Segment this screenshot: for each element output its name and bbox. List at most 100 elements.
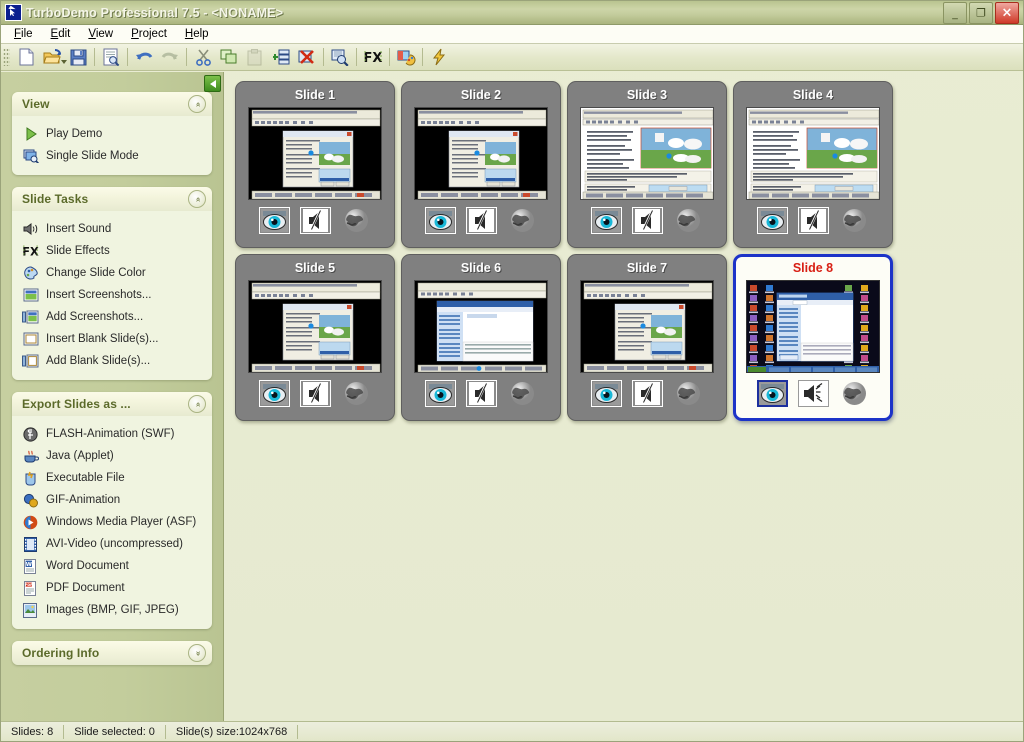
sidebar-collapse-button[interactable] xyxy=(204,75,221,92)
menu-view[interactable]: View xyxy=(79,26,122,42)
slide-card[interactable]: Slide 5 xyxy=(235,254,395,421)
slide-card[interactable]: Slide 4 xyxy=(733,81,893,248)
panel-slide-tasks-header[interactable]: Slide Tasks « xyxy=(12,187,212,211)
sidebar-item-export-word[interactable]: W Word Document xyxy=(12,555,212,577)
panel-ordering-info-header[interactable]: Ordering Info » xyxy=(12,641,212,665)
sidebar-item-insert-sound[interactable]: Insert Sound xyxy=(12,218,212,240)
menu-help[interactable]: Help xyxy=(176,26,218,42)
slide-sound-button[interactable] xyxy=(300,380,331,407)
slide-sound-button[interactable] xyxy=(300,207,331,234)
slide-web-button[interactable] xyxy=(673,380,704,407)
slide-thumbnail[interactable] xyxy=(580,280,714,373)
slide-card[interactable]: Slide 2 xyxy=(401,81,561,248)
slide-title: Slide 8 xyxy=(793,260,833,277)
slide-thumbnail[interactable] xyxy=(414,107,548,200)
panel-export-slides-body: FLASH-Animation (SWF) Java (Applet) xyxy=(12,416,212,629)
slide-thumbnail[interactable] xyxy=(414,280,548,373)
slide-web-button[interactable] xyxy=(341,207,372,234)
sidebar-item-export-avi[interactable]: AVI-Video (uncompressed) xyxy=(12,533,212,555)
slide-sound-button[interactable] xyxy=(466,207,497,234)
quick-action-button[interactable] xyxy=(426,45,452,70)
sidebar-item-add-blank-slides[interactable]: Add Blank Slide(s)... xyxy=(12,350,212,372)
panel-view-header[interactable]: View « xyxy=(12,92,212,116)
sidebar-item-export-exe[interactable]: Executable File xyxy=(12,467,212,489)
slide-web-button[interactable] xyxy=(507,380,538,407)
slide-card[interactable]: Slide 8 xyxy=(733,254,893,421)
slide-sound-button[interactable] xyxy=(632,380,663,407)
effects-button[interactable]: FX xyxy=(360,45,386,70)
sidebar-item-export-flash[interactable]: FLASH-Animation (SWF) xyxy=(12,423,212,445)
sidebar-item-export-java[interactable]: Java (Applet) xyxy=(12,445,212,467)
slide-sound-button[interactable] xyxy=(466,380,497,407)
slide-web-button[interactable] xyxy=(341,380,372,407)
zoom-button[interactable] xyxy=(327,45,353,70)
toolbar-grip[interactable] xyxy=(3,48,10,66)
sidebar-item-slide-effects[interactable]: FX Slide Effects xyxy=(12,240,212,262)
slide-preview-button[interactable] xyxy=(591,207,622,234)
slide-title: Slide 2 xyxy=(461,87,501,104)
panel-export-slides-header[interactable]: Export Slides as ... « xyxy=(12,392,212,416)
chevron-down-icon[interactable]: » xyxy=(188,644,206,662)
open-button[interactable] xyxy=(39,45,65,70)
sidebar-item-export-images[interactable]: Images (BMP, GIF, JPEG) xyxy=(12,599,212,621)
sidebar-item-export-pdf[interactable]: PDF PDF Document xyxy=(12,577,212,599)
separator-3 xyxy=(186,48,187,66)
sidebar-item-add-screenshots[interactable]: Add Screenshots... xyxy=(12,306,212,328)
slide-preview-button[interactable] xyxy=(591,380,622,407)
close-button[interactable]: × xyxy=(995,2,1019,24)
slide-preview-button[interactable] xyxy=(757,207,788,234)
slide-thumbnail[interactable] xyxy=(746,280,880,373)
undo-button[interactable] xyxy=(131,45,157,70)
sidebar-item-export-gif[interactable]: GIF-Animation xyxy=(12,489,212,511)
slide-card[interactable]: Slide 3 xyxy=(567,81,727,248)
panel-export-slides: Export Slides as ... « FLASH-Animation (… xyxy=(12,392,212,629)
chevron-up-icon[interactable]: « xyxy=(188,190,206,208)
slide-sound-button[interactable] xyxy=(798,380,829,407)
sidebar-item-change-slide-color[interactable]: Change Slide Color xyxy=(12,262,212,284)
preview-button[interactable] xyxy=(98,45,124,70)
sidebar-item-insert-blank-slides[interactable]: Insert Blank Slide(s)... xyxy=(12,328,212,350)
minimize-button[interactable]: _ xyxy=(943,2,967,24)
save-button[interactable] xyxy=(65,45,91,70)
slides-area[interactable]: Slide 1 Slide 2 xyxy=(224,72,1023,721)
slide-preview-button[interactable] xyxy=(757,380,788,407)
images-icon xyxy=(22,602,39,619)
sidebar-item-single-slide-mode[interactable]: Single Slide Mode xyxy=(12,145,212,167)
cut-button[interactable] xyxy=(190,45,216,70)
restore-button[interactable]: ❐ xyxy=(969,2,993,24)
menu-project[interactable]: Project xyxy=(122,26,176,42)
sidebar-label-change-slide-color: Change Slide Color xyxy=(46,267,146,279)
delete-slide-button[interactable] xyxy=(294,45,320,70)
menu-edit[interactable]: Edit xyxy=(42,26,80,42)
chevron-up-icon[interactable]: « xyxy=(188,95,206,113)
chevron-up-icon[interactable]: « xyxy=(188,395,206,413)
status-slide-size: Slide(s) size:1024x768 xyxy=(166,725,298,739)
slide-preview-button[interactable] xyxy=(259,380,290,407)
slide-card[interactable]: Slide 6 xyxy=(401,254,561,421)
slide-thumbnail[interactable] xyxy=(580,107,714,200)
slide-preview-button[interactable] xyxy=(425,380,456,407)
slide-card[interactable]: Slide 1 xyxy=(235,81,395,248)
slide-thumbnail[interactable] xyxy=(248,280,382,373)
sidebar-label-export-java: Java (Applet) xyxy=(46,450,114,462)
slide-preview-button[interactable] xyxy=(425,207,456,234)
slide-thumbnail[interactable] xyxy=(248,107,382,200)
slide-sound-button[interactable] xyxy=(798,207,829,234)
slide-card[interactable]: Slide 7 xyxy=(567,254,727,421)
menu-file[interactable]: File xyxy=(5,26,42,42)
sidebar-item-play-demo[interactable]: Play Demo xyxy=(12,123,212,145)
slide-thumbnail[interactable] xyxy=(746,107,880,200)
slide-web-button[interactable] xyxy=(839,207,870,234)
slide-preview-button[interactable] xyxy=(259,207,290,234)
copy-button[interactable] xyxy=(216,45,242,70)
new-button[interactable] xyxy=(13,45,39,70)
slide-web-button[interactable] xyxy=(839,380,870,407)
insert-slide-button[interactable] xyxy=(268,45,294,70)
slide-color-button[interactable] xyxy=(393,45,419,70)
slide-sound-button[interactable] xyxy=(632,207,663,234)
sidebar-item-insert-screenshots[interactable]: Insert Screenshots... xyxy=(12,284,212,306)
add-screenshot-icon xyxy=(22,309,39,326)
slide-web-button[interactable] xyxy=(507,207,538,234)
sidebar-item-export-asf[interactable]: Windows Media Player (ASF) xyxy=(12,511,212,533)
slide-web-button[interactable] xyxy=(673,207,704,234)
